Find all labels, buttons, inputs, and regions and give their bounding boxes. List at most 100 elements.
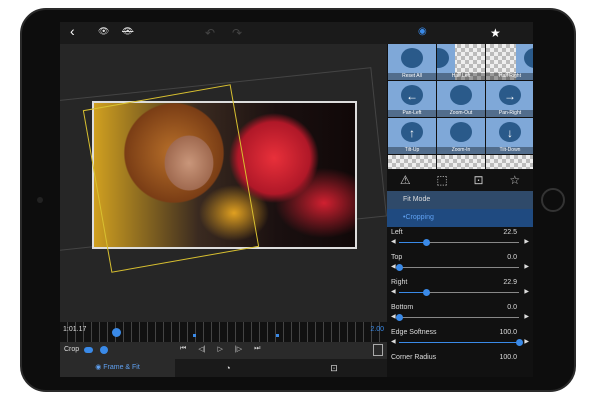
app-screen: ‹ 👁 👁 ↶ ↷ ◉ ★ Reset All Half Left Half Rig… [60, 22, 533, 377]
camera [37, 197, 43, 203]
fit-icon[interactable]: ⊡ [474, 173, 484, 187]
back-icon[interactable]: ‹ [70, 23, 75, 39]
slider-fill [399, 292, 427, 293]
param-label: Corner Radius [391, 354, 437, 361]
param-label: Left [391, 229, 403, 236]
person-icon [450, 122, 472, 142]
preset-label: Tilt-Up [388, 147, 436, 154]
slider-track[interactable] [396, 264, 519, 271]
slider-knob[interactable] [396, 314, 403, 321]
preset-tile[interactable]: Reset All [388, 44, 436, 80]
slider-track[interactable] [399, 239, 519, 246]
param-slider-row: Edge Softness 100.0 ◀ ▶ [387, 327, 533, 352]
param-slider-row: Bottom 0.0 ◀ ▶ [387, 302, 533, 327]
inspector-panel: Reset All Half Left Half Right ← Pan-Left Zoo… [387, 44, 533, 377]
star-icon[interactable]: ☆ [509, 173, 520, 187]
preset-tile[interactable]: Half Right [486, 44, 533, 80]
param-value: 0.0 [507, 254, 517, 261]
preset-tile[interactable] [486, 155, 533, 169]
slider-track[interactable] [399, 289, 519, 296]
skip-start-button[interactable]: ⏮ [180, 345, 186, 353]
increment-icon[interactable]: ▶ [524, 288, 529, 295]
section-fit-mode[interactable]: Fit Mode [387, 191, 533, 209]
slider-track[interactable] [399, 339, 523, 346]
preset-tile[interactable]: ← Pan-Left [388, 81, 436, 117]
playhead[interactable] [112, 328, 121, 337]
increment-icon[interactable]: ▶ [524, 263, 529, 270]
decrement-icon[interactable]: ◀ [391, 288, 396, 295]
keyframe-button[interactable] [100, 346, 108, 354]
arrow-icon: ↑ [409, 126, 415, 140]
frame-fit-icon[interactable]: ◉ [418, 26, 427, 37]
preview-canvas[interactable] [60, 44, 387, 322]
warning-icon[interactable]: ⚠ [400, 173, 411, 187]
preset-tile[interactable]: Half Left [437, 44, 485, 80]
preset-row-partial [387, 155, 533, 169]
section-label: •Cropping [403, 214, 434, 221]
skip-end-button[interactable]: ⏭ [254, 345, 260, 353]
slider-knob[interactable] [396, 264, 403, 271]
keyframe[interactable] [193, 334, 196, 337]
tab-label: Frame & Fit [103, 364, 140, 371]
crop-label: Crop [64, 346, 80, 353]
arrow-icon: ← [406, 89, 418, 103]
timeline[interactable]: 1:01.17 2.00 [60, 322, 387, 342]
preview-icon[interactable]: 👁 [98, 26, 109, 37]
preset-label: Half Right [486, 73, 533, 80]
step-forward-button[interactable]: |▷ [235, 345, 242, 353]
increment-icon[interactable]: ▶ [524, 313, 529, 320]
increment-icon[interactable]: ▶ [524, 338, 529, 345]
param-value: 0.0 [507, 304, 517, 311]
preset-tile[interactable]: Zoom-Out [437, 81, 485, 117]
slider-knob[interactable] [423, 289, 431, 296]
slider-track[interactable] [396, 314, 519, 321]
keyframe[interactable] [276, 334, 279, 337]
preset-tile[interactable] [388, 155, 436, 169]
tab-speed[interactable]: ◔ [175, 359, 281, 377]
selection-box[interactable] [82, 84, 260, 273]
step-back-button[interactable]: ◁| [198, 345, 205, 353]
param-label: Right [391, 279, 408, 286]
undo-icon[interactable]: ↶ [205, 26, 215, 40]
preset-label: Pan-Left [388, 110, 436, 117]
bottom-tabs: ◉ Frame & Fit ◔ ⊡ [60, 359, 387, 377]
inspector-tools: ⚠ ⬚ ⊡ ☆ [387, 169, 533, 191]
redo-icon[interactable]: ↷ [232, 26, 242, 40]
preset-tile[interactable]: Zoom-In [437, 118, 485, 154]
increment-icon[interactable]: ▶ [524, 238, 529, 245]
top-toolbar: ‹ 👁 👁 ↶ ↷ ◉ ★ [60, 22, 533, 44]
section-label: Fit Mode [403, 196, 431, 203]
preset-grid: Reset All Half Left Half Right ← Pan-Left Zoo… [387, 44, 533, 154]
decrement-icon[interactable]: ◀ [391, 263, 396, 270]
preview-off-icon[interactable]: 👁 [122, 26, 133, 37]
preset-tile[interactable]: ↓ Tilt-Down [486, 118, 533, 154]
crop-icon: ⊡ [330, 363, 338, 373]
preset-tile[interactable] [437, 155, 485, 169]
param-slider-row: Right 22.9 ◀ ▶ [387, 277, 533, 302]
slider-fill [399, 242, 426, 243]
param-label: Top [391, 254, 403, 261]
play-button[interactable]: ▷ [218, 345, 223, 353]
slider-knob[interactable] [516, 339, 523, 346]
settings-icon[interactable] [373, 344, 383, 356]
decrement-icon[interactable]: ◀ [391, 313, 396, 320]
tab-frame-fit[interactable]: ◉ Frame & Fit [60, 359, 175, 377]
preset-tile[interactable]: → Pan-Right [486, 81, 533, 117]
preset-label: Pan-Right [486, 110, 533, 117]
param-slider-row: Left 22.5 ◀ ▶ [387, 227, 533, 252]
crop-toggle[interactable] [84, 347, 93, 353]
slider-knob[interactable] [423, 239, 430, 246]
favorites-star-icon[interactable]: ★ [490, 26, 501, 40]
decrement-icon[interactable]: ◀ [391, 238, 396, 245]
tab-crop[interactable]: ⊡ [281, 359, 387, 377]
preset-tile[interactable]: ↑ Tilt-Up [388, 118, 436, 154]
decrement-icon[interactable]: ◀ [391, 338, 396, 345]
crop-frame-icon[interactable]: ⬚ [436, 173, 447, 187]
person-icon [401, 48, 423, 68]
person-icon [450, 85, 472, 105]
section-cropping[interactable]: •Cropping [387, 209, 533, 227]
param-label: Edge Softness [391, 329, 437, 336]
timecode-end: 2.00 [370, 326, 384, 333]
home-button[interactable] [541, 188, 565, 212]
arrow-icon: ↓ [507, 126, 513, 140]
